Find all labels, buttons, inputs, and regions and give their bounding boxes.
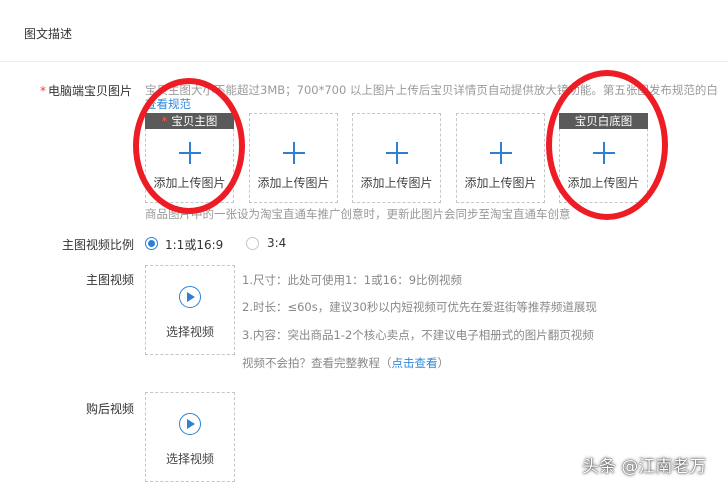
white-bg-image-tag: 宝贝白底图 [559, 113, 648, 129]
through-train-hint: 商品图片中的一张设为淘宝直通车推广创意时，更新此图片会同步至淘宝直通车创意 [145, 207, 571, 221]
after-purchase-video-label: 购后视频 [86, 402, 135, 416]
add-image-label: 添加上传图片 [464, 176, 537, 190]
upload-slot-3[interactable]: 添加上传图片 [352, 113, 441, 203]
plus-icon [489, 142, 512, 164]
tutorial-link[interactable]: 点击查看 [392, 356, 438, 370]
main-image-tag: * 宝贝主图 [145, 113, 234, 129]
plus-icon [282, 142, 305, 164]
watermark: 头条 @江南老万 [582, 457, 707, 477]
add-image-label: 添加上传图片 [257, 176, 330, 190]
ratio-1-1-label[interactable]: 1:1或16:9 [165, 236, 223, 253]
select-video-label: 选择视频 [165, 325, 214, 339]
plus-icon [178, 142, 201, 164]
add-image-label: 添加上传图片 [360, 176, 433, 190]
video-info-content: 3.内容：突出商品1-2个核心卖点，不建议电子相册式的图片翻页视频 [242, 328, 594, 342]
plus-icon [385, 142, 408, 164]
section-header: 图文描述 [0, 0, 728, 62]
upload-slot-4[interactable]: 添加上传图片 [456, 113, 545, 203]
select-main-video-button[interactable]: 选择视频 [145, 265, 235, 355]
add-image-label: 添加上传图片 [153, 176, 226, 190]
ratio-3-4-radio[interactable] [246, 237, 259, 250]
upload-slot-white-bg[interactable]: 宝贝白底图 添加上传图片 [559, 113, 648, 203]
select-video-label: 选择视频 [165, 452, 214, 466]
main-images-label: * 电脑端宝贝图片 [40, 84, 133, 98]
video-tutorial-line: 视频不会拍？查看完整教程（点击查看） [242, 356, 449, 370]
play-icon [179, 286, 201, 308]
video-info-duration: 2.时长：≤60s，建议30秒以内短视频可优先在爱逛街等推荐频道展现 [242, 300, 597, 314]
upload-slot-2[interactable]: 添加上传图片 [249, 113, 338, 203]
add-image-label: 添加上传图片 [567, 176, 640, 190]
plus-icon [592, 142, 615, 164]
ratio-1-1-radio[interactable] [145, 237, 158, 250]
upload-slot-main[interactable]: * 宝贝主图 添加上传图片 [145, 113, 234, 203]
required-mark: * [40, 84, 46, 98]
main-video-label: 主图视频 [86, 273, 135, 287]
view-rules-link[interactable]: 查看规范 [145, 96, 191, 112]
section-title: 图文描述 [24, 27, 73, 41]
ratio-3-4-label[interactable]: 3:4 [267, 236, 286, 250]
select-after-video-button[interactable]: 选择视频 [145, 392, 235, 482]
video-ratio-label: 主图视频比例 [62, 238, 135, 252]
play-icon [179, 413, 201, 435]
image-size-hint: 宝贝主图大小不能超过3MB；700*700 以上图片上传后宝贝详情页自动提供放大… [145, 83, 718, 97]
video-info-size: 1.尺寸：此处可使用1：1或16：9比例视频 [242, 273, 463, 287]
